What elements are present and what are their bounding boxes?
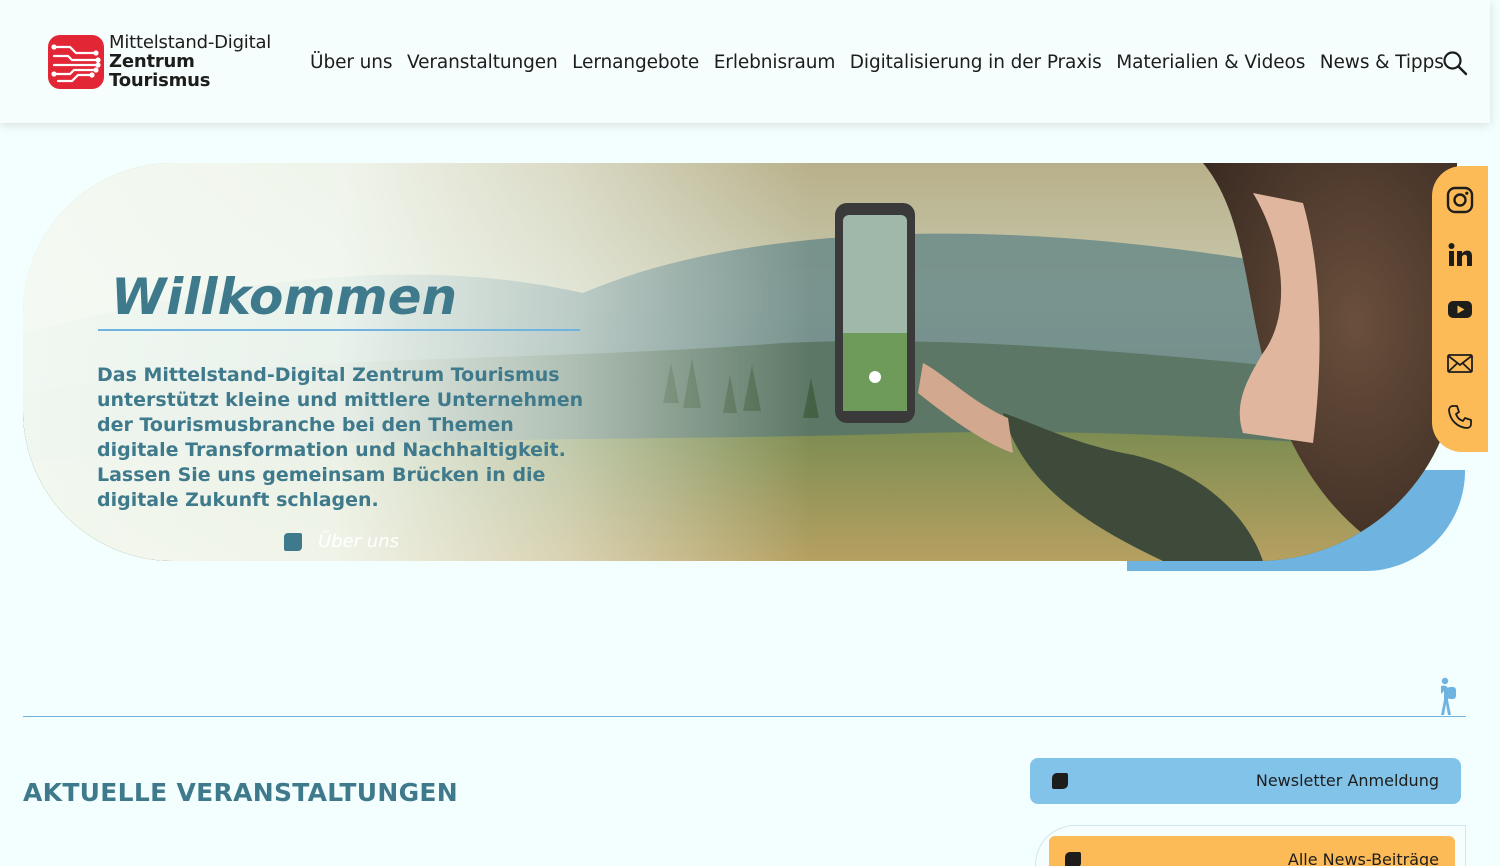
all-news-button-label: Alle News-Beiträge	[1287, 850, 1439, 866]
mail-icon[interactable]	[1446, 349, 1474, 377]
nav-item-erlebnisraum[interactable]: Erlebnisraum	[714, 52, 836, 73]
newsletter-signup-button[interactable]: Newsletter Anmeldung	[1030, 758, 1461, 804]
instagram-icon[interactable]	[1446, 186, 1474, 214]
hero-description: Das Mittelstand-Digital Zentrum Tourismu…	[97, 364, 584, 511]
hero-title: Willkommen	[111, 268, 458, 326]
linkedin-icon[interactable]	[1446, 241, 1474, 269]
section-title-events: AKTUELLE VERANSTALTUNGEN	[23, 778, 458, 807]
section-divider	[23, 716, 1466, 717]
nav-item-digitalisierung[interactable]: Digitalisierung in der Praxis	[850, 52, 1102, 73]
nav-item-materialien[interactable]: Materialien & Videos	[1116, 52, 1305, 73]
hero-banner: Willkommen Das Mittelstand-Digital Zentr…	[23, 163, 1457, 561]
newsletter-button-label: Newsletter Anmeldung	[1255, 771, 1439, 790]
hero-title-underline	[98, 329, 580, 331]
nav-item-lernangebote[interactable]: Lernangebote	[572, 52, 699, 73]
search-icon[interactable]	[1442, 50, 1468, 76]
phone-icon[interactable]	[1446, 403, 1474, 431]
bullet-icon	[284, 532, 302, 551]
logo-text-line1: Mittelstand-Digital	[109, 32, 272, 53]
nav-item-news[interactable]: News & Tipps	[1320, 52, 1444, 73]
bullet-icon	[1065, 852, 1081, 866]
nav-item-veranstaltungen[interactable]: Veranstaltungen	[407, 52, 558, 73]
site-logo[interactable]: Mittelstand-Digital Zentrum Tourismus	[48, 32, 278, 92]
logo-text-line3: Tourismus	[109, 70, 211, 91]
nav-item-ueber-uns[interactable]: Über uns	[310, 52, 393, 73]
youtube-icon[interactable]	[1446, 295, 1474, 323]
social-sidebar	[1432, 166, 1488, 452]
main-nav: Über uns Veranstaltungen Lernangebote Er…	[310, 52, 1458, 73]
circuit-logo-icon	[48, 35, 104, 89]
bullet-icon	[1052, 773, 1068, 789]
hero-about-link-label: Über uns	[318, 531, 399, 552]
site-header: Mittelstand-Digital Zentrum Tourismus Üb…	[0, 0, 1490, 123]
hiker-icon	[1441, 677, 1456, 715]
hero-about-link[interactable]: Über uns	[284, 531, 399, 552]
logo-text-line2: Zentrum	[109, 51, 195, 72]
all-news-button[interactable]: Alle News-Beiträge	[1049, 836, 1455, 866]
